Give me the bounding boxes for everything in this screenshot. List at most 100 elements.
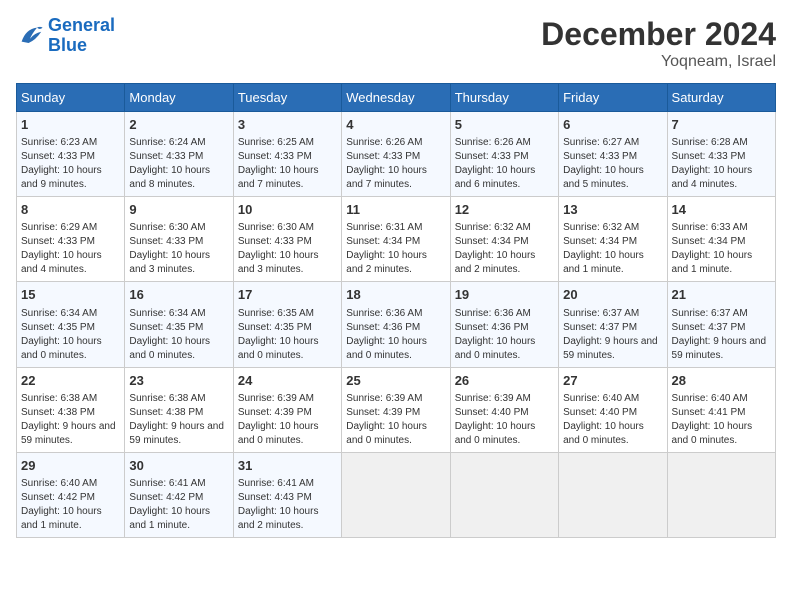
week-row-2: 8Sunrise: 6:29 AMSunset: 4:33 PMDaylight…: [17, 197, 776, 282]
day-number: 25: [346, 372, 445, 390]
day-info: Sunrise: 6:32 AMSunset: 4:34 PMDaylight:…: [455, 221, 554, 277]
day-number: 21: [672, 286, 771, 304]
weekday-header-wednesday: Wednesday: [342, 84, 450, 112]
day-cell: 24 Sunrise: 6:39 AMSunset: 4:39 PMDayligh…: [233, 367, 341, 452]
day-info: Sunrise: 6:27 AMSunset: 4:33 PMDaylight:…: [563, 136, 662, 192]
day-cell: 11 Sunrise: 6:31 AMSunset: 4:34 PMDayligh…: [342, 197, 450, 282]
day-cell: 25 Sunrise: 6:39 AMSunset: 4:39 PMDayligh…: [342, 367, 450, 452]
day-cell: 30Sunrise: 6:41 AMSunset: 4:42 PMDayligh…: [125, 452, 233, 537]
day-cell: 20Sunrise: 6:37 AMSunset: 4:37 PMDayligh…: [559, 282, 667, 367]
logo-text: General Blue: [48, 16, 115, 56]
week-row-5: 29 Sunrise: 6:40 AMSunset: 4:42 PMDayligh…: [17, 452, 776, 537]
day-cell: 15Sunrise: 6:34 AMSunset: 4:35 PMDayligh…: [17, 282, 125, 367]
day-cell: 26 Sunrise: 6:39 AMSunset: 4:40 PMDayligh…: [450, 367, 558, 452]
title-block: December 2024 Yoqneam, Israel: [541, 16, 776, 71]
day-number: 3: [238, 116, 337, 134]
day-cell: 12 Sunrise: 6:32 AMSunset: 4:34 PMDayligh…: [450, 197, 558, 282]
day-number: 8: [21, 201, 120, 219]
day-number: 26: [455, 372, 554, 390]
day-number: 14: [672, 201, 771, 219]
day-info: Sunrise: 6:40 AMSunset: 4:42 PMDaylight:…: [21, 477, 120, 533]
day-cell: 3 Sunrise: 6:25 AMSunset: 4:33 PMDaylight…: [233, 112, 341, 197]
logo-line2: Blue: [48, 35, 87, 55]
month-title: December 2024: [541, 16, 776, 53]
day-info: Sunrise: 6:25 AMSunset: 4:33 PMDaylight:…: [238, 136, 337, 192]
day-cell: 31 Sunrise: 6:41 AMSunset: 4:43 PMDayligh…: [233, 452, 341, 537]
week-row-4: 22 Sunrise: 6:38 AMSunset: 4:38 PMDayligh…: [17, 367, 776, 452]
day-cell: 21Sunrise: 6:37 AMSunset: 4:37 PMDayligh…: [667, 282, 775, 367]
day-info: Sunrise: 6:34 AMSunset: 4:35 PMDaylight:…: [129, 307, 228, 363]
logo: General Blue: [16, 16, 115, 56]
day-number: 30: [129, 457, 228, 475]
day-number: 6: [563, 116, 662, 134]
day-cell: [559, 452, 667, 537]
calendar-table: SundayMondayTuesdayWednesdayThursdayFrid…: [16, 83, 776, 538]
day-cell: [667, 452, 775, 537]
weekday-header-tuesday: Tuesday: [233, 84, 341, 112]
day-info: Sunrise: 6:33 AMSunset: 4:34 PMDaylight:…: [672, 221, 771, 277]
day-cell: 27 Sunrise: 6:40 AMSunset: 4:40 PMDayligh…: [559, 367, 667, 452]
day-number: 5: [455, 116, 554, 134]
day-info: Sunrise: 6:39 AMSunset: 4:39 PMDaylight:…: [346, 392, 445, 448]
day-number: 31: [238, 457, 337, 475]
day-cell: 13 Sunrise: 6:32 AMSunset: 4:34 PMDayligh…: [559, 197, 667, 282]
day-number: 4: [346, 116, 445, 134]
day-info: Sunrise: 6:39 AMSunset: 4:39 PMDaylight:…: [238, 392, 337, 448]
day-number: 23: [129, 372, 228, 390]
day-info: Sunrise: 6:36 AMSunset: 4:36 PMDaylight:…: [455, 307, 554, 363]
weekday-header-thursday: Thursday: [450, 84, 558, 112]
weekday-header-row: SundayMondayTuesdayWednesdayThursdayFrid…: [17, 84, 776, 112]
day-info: Sunrise: 6:40 AMSunset: 4:41 PMDaylight:…: [672, 392, 771, 448]
day-info: Sunrise: 6:32 AMSunset: 4:34 PMDaylight:…: [563, 221, 662, 277]
day-info: Sunrise: 6:24 AMSunset: 4:33 PMDaylight:…: [129, 136, 228, 192]
day-number: 11: [346, 201, 445, 219]
day-number: 29: [21, 457, 120, 475]
day-info: Sunrise: 6:39 AMSunset: 4:40 PMDaylight:…: [455, 392, 554, 448]
day-number: 1: [21, 116, 120, 134]
day-cell: 4 Sunrise: 6:26 AMSunset: 4:33 PMDaylight…: [342, 112, 450, 197]
weekday-header-saturday: Saturday: [667, 84, 775, 112]
day-cell: 18 Sunrise: 6:36 AMSunset: 4:36 PMDayligh…: [342, 282, 450, 367]
day-cell: 6 Sunrise: 6:27 AMSunset: 4:33 PMDaylight…: [559, 112, 667, 197]
day-info: Sunrise: 6:31 AMSunset: 4:34 PMDaylight:…: [346, 221, 445, 277]
day-info: Sunrise: 6:28 AMSunset: 4:33 PMDaylight:…: [672, 136, 771, 192]
day-number: 22: [21, 372, 120, 390]
day-cell: 16 Sunrise: 6:34 AMSunset: 4:35 PMDayligh…: [125, 282, 233, 367]
day-info: Sunrise: 6:35 AMSunset: 4:35 PMDaylight:…: [238, 307, 337, 363]
day-info: Sunrise: 6:30 AMSunset: 4:33 PMDaylight:…: [238, 221, 337, 277]
day-info: Sunrise: 6:26 AMSunset: 4:33 PMDaylight:…: [455, 136, 554, 192]
day-info: Sunrise: 6:41 AMSunset: 4:43 PMDaylight:…: [238, 477, 337, 533]
day-cell: 1 Sunrise: 6:23 AMSunset: 4:33 PMDaylight…: [17, 112, 125, 197]
day-info: Sunrise: 6:38 AMSunset: 4:38 PMDaylight:…: [129, 392, 228, 448]
week-row-1: 1 Sunrise: 6:23 AMSunset: 4:33 PMDaylight…: [17, 112, 776, 197]
day-number: 9: [129, 201, 228, 219]
day-cell: [450, 452, 558, 537]
day-number: 16: [129, 286, 228, 304]
day-cell: 8Sunrise: 6:29 AMSunset: 4:33 PMDaylight…: [17, 197, 125, 282]
day-info: Sunrise: 6:36 AMSunset: 4:36 PMDaylight:…: [346, 307, 445, 363]
day-number: 24: [238, 372, 337, 390]
day-cell: 2 Sunrise: 6:24 AMSunset: 4:33 PMDaylight…: [125, 112, 233, 197]
day-number: 12: [455, 201, 554, 219]
day-cell: 7Sunrise: 6:28 AMSunset: 4:33 PMDaylight…: [667, 112, 775, 197]
day-number: 18: [346, 286, 445, 304]
day-info: Sunrise: 6:40 AMSunset: 4:40 PMDaylight:…: [563, 392, 662, 448]
day-info: Sunrise: 6:26 AMSunset: 4:33 PMDaylight:…: [346, 136, 445, 192]
day-info: Sunrise: 6:23 AMSunset: 4:33 PMDaylight:…: [21, 136, 120, 192]
day-number: 15: [21, 286, 120, 304]
day-cell: 17 Sunrise: 6:35 AMSunset: 4:35 PMDayligh…: [233, 282, 341, 367]
day-number: 17: [238, 286, 337, 304]
day-cell: 9 Sunrise: 6:30 AMSunset: 4:33 PMDaylight…: [125, 197, 233, 282]
day-cell: 23 Sunrise: 6:38 AMSunset: 4:38 PMDayligh…: [125, 367, 233, 452]
week-row-3: 15 Sunrise: 6:34 AMSunset: 4:35 PMDayligh…: [17, 282, 776, 367]
logo-icon: [16, 22, 44, 50]
day-number: 28: [672, 372, 771, 390]
day-number: 10: [238, 201, 337, 219]
day-number: 2: [129, 116, 228, 134]
day-cell: 29 Sunrise: 6:40 AMSunset: 4:42 PMDayligh…: [17, 452, 125, 537]
day-info: Sunrise: 6:30 AMSunset: 4:33 PMDaylight:…: [129, 221, 228, 277]
day-cell: 22 Sunrise: 6:38 AMSunset: 4:38 PMDayligh…: [17, 367, 125, 452]
day-info: Sunrise: 6:38 AMSunset: 4:38 PMDaylight:…: [21, 392, 120, 448]
day-number: 13: [563, 201, 662, 219]
day-number: 27: [563, 372, 662, 390]
